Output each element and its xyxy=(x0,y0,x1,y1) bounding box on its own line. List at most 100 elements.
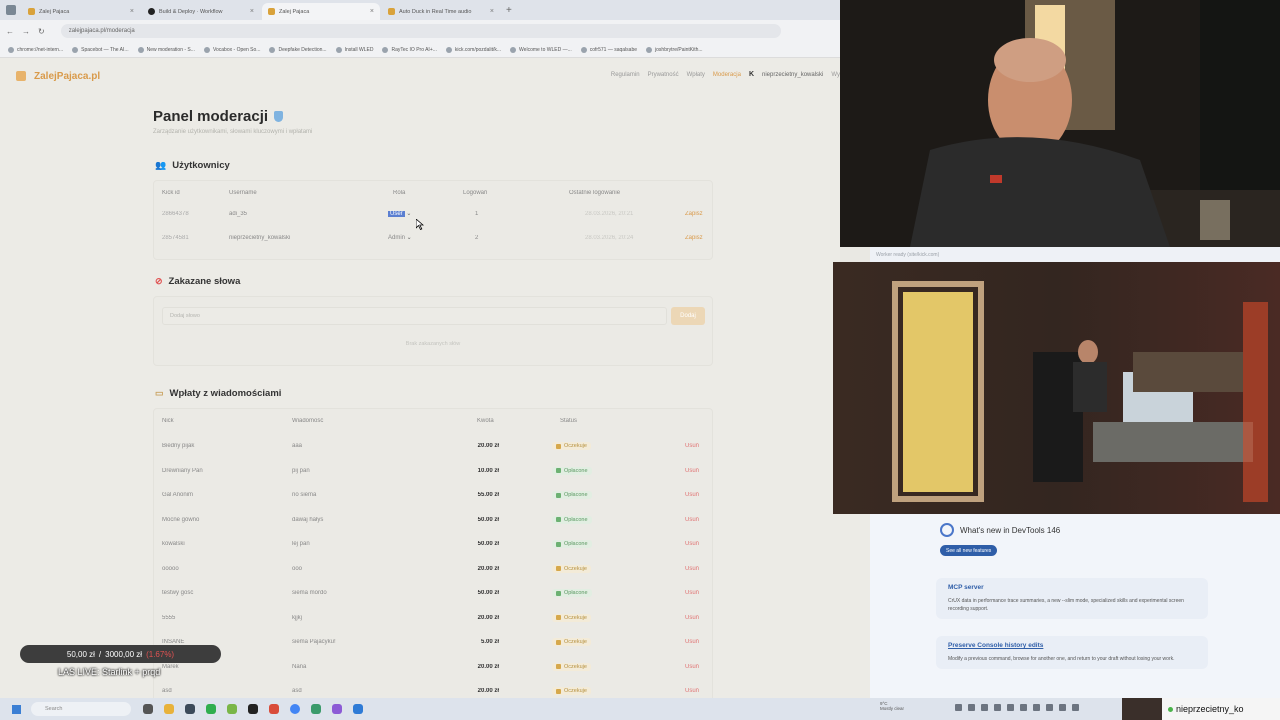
tray-icon[interactable] xyxy=(981,704,988,711)
browser-tab[interactable]: Build & Deploy · Workflow × xyxy=(142,3,260,20)
nav-logout[interactable]: Wy xyxy=(831,72,840,78)
vscode-icon[interactable] xyxy=(353,704,363,714)
weather-widget[interactable]: 9°C Mostly clear xyxy=(880,701,904,711)
delete-button[interactable]: Usuń xyxy=(685,541,705,547)
tray-icon[interactable] xyxy=(1020,704,1027,711)
bookmark[interactable]: Welcome to WLED —... xyxy=(510,46,572,53)
forward-icon[interactable]: → xyxy=(22,27,30,36)
tray-icon[interactable] xyxy=(1007,704,1014,711)
delete-button[interactable]: Usuń xyxy=(685,468,705,474)
bookmark[interactable]: kick.com/pozdalit/k... xyxy=(445,46,501,53)
bookmark[interactable]: cofr571 — saqalsabe xyxy=(580,46,637,53)
role-select[interactable]: User ⌄ xyxy=(388,210,475,217)
feature-body: CrUX data in performance trace summaries… xyxy=(948,598,1184,612)
bookmark[interactable]: RayTec IO Pro AI+... xyxy=(382,46,437,53)
bookmark[interactable]: joshbrytre/PaintKith... xyxy=(646,46,703,53)
site-logo[interactable]: ZalejPajaca.pl xyxy=(34,71,100,82)
page-subtitle: Zarządzanie użytkownikami, słowami klucz… xyxy=(153,129,313,135)
chrome-icon[interactable] xyxy=(290,704,300,714)
see-all-features-button[interactable]: See all new features xyxy=(940,545,998,556)
nav-wplaty[interactable]: Wpłaty xyxy=(687,72,705,78)
bookmark[interactable]: Vocabox - Open So... xyxy=(203,46,260,53)
bookmark[interactable]: Deepfake Detection... xyxy=(269,46,327,53)
tray-icon[interactable] xyxy=(955,704,962,711)
devtools-feature-card[interactable]: MCP server CrUX data in performance trac… xyxy=(936,578,1208,619)
tray-icon[interactable] xyxy=(1033,704,1040,711)
delete-button[interactable]: Usuń xyxy=(685,639,705,645)
nav-prywatnosc[interactable]: Prywatność xyxy=(648,72,679,78)
close-tab-icon[interactable]: × xyxy=(130,8,134,15)
bookmark[interactable]: Install WLED xyxy=(335,46,373,53)
new-tab-button[interactable]: + xyxy=(506,5,512,16)
payment-message: lej pan xyxy=(292,541,310,548)
payment-nick: kowalski xyxy=(162,541,185,548)
avatar xyxy=(1122,698,1162,720)
main-content: Panel moderacji Zarządzanie użytkownikam… xyxy=(153,108,713,135)
tray-icon[interactable] xyxy=(994,704,1001,711)
obs-icon[interactable] xyxy=(248,704,258,714)
delete-button[interactable]: Usuń xyxy=(685,566,705,572)
app-icon[interactable] xyxy=(269,704,279,714)
delete-button[interactable]: Usuń xyxy=(685,688,705,694)
bookmark-favicon-icon xyxy=(137,46,144,53)
file-explorer-icon[interactable] xyxy=(164,704,174,714)
browser-tab[interactable]: Auto Duck in Real Time audio × xyxy=(382,3,500,20)
tray-icon[interactable] xyxy=(968,704,975,711)
delete-button[interactable]: Usuń xyxy=(685,664,705,670)
bookmark-favicon-icon xyxy=(445,46,452,53)
spotify-icon[interactable] xyxy=(206,704,216,714)
app-icon[interactable] xyxy=(311,704,321,714)
save-button[interactable]: Zapisz xyxy=(685,235,715,241)
windows-start-icon[interactable] xyxy=(12,704,21,714)
bookmark[interactable]: Spacebot — The AI... xyxy=(72,46,129,53)
login-count: 1 xyxy=(475,210,479,217)
bookmark[interactable]: New moderation - S... xyxy=(137,46,195,53)
tray-icon[interactable] xyxy=(1059,704,1066,711)
browser-tab[interactable]: Zalej Pajaca × xyxy=(22,3,140,20)
table-row: INSANE siema Pajacyku! 5.00 zł Oczekuje … xyxy=(154,630,712,655)
nav-username[interactable]: nieprzecietny_kowalski xyxy=(762,72,823,78)
nav-moderacja[interactable]: Moderacja xyxy=(713,72,741,78)
nav-regulamin[interactable]: Regulamin xyxy=(611,72,640,78)
tray-icon[interactable] xyxy=(1072,704,1079,711)
payment-nick: 5555 xyxy=(162,614,176,621)
bookmark[interactable]: chrome://net-intern... xyxy=(8,46,63,53)
last-login: 28.03.2026, 20:21 xyxy=(585,210,634,217)
close-tab-icon[interactable]: × xyxy=(370,8,374,15)
reload-icon[interactable]: ↻ xyxy=(38,27,45,36)
delete-button[interactable]: Usuń xyxy=(685,615,705,621)
role-select[interactable]: Admin ⌄ xyxy=(388,234,475,241)
delete-button[interactable]: Usuń xyxy=(685,590,705,596)
app-icon[interactable] xyxy=(227,704,237,714)
users-title-text: Użytkownicy xyxy=(172,160,230,171)
delete-button[interactable]: Usuń xyxy=(685,492,705,498)
page-title-text: Panel moderacji xyxy=(153,108,269,125)
col-username: Username xyxy=(229,190,257,196)
banned-word-input[interactable]: Dodaj słowo xyxy=(162,307,667,325)
browser-tab-active[interactable]: Zalej Pajaca × xyxy=(262,3,380,20)
close-tab-icon[interactable]: × xyxy=(250,8,254,15)
payment-nick: ooooo xyxy=(162,565,179,572)
payment-message: aaa xyxy=(292,443,303,450)
app-icon[interactable] xyxy=(332,704,342,714)
taskbar-search[interactable]: Search xyxy=(31,702,131,716)
role-value: Admin xyxy=(388,235,406,241)
delete-button[interactable]: Usuń xyxy=(685,443,705,449)
close-tab-icon[interactable]: × xyxy=(490,8,494,15)
payment-amount: 20.00 zł xyxy=(477,688,499,695)
stream-title: LAS LIVE: Starlink + prqd xyxy=(58,667,161,677)
task-view-icon[interactable] xyxy=(143,704,153,714)
save-button[interactable]: Zapisz xyxy=(685,211,715,217)
window-menu-icon[interactable] xyxy=(6,5,16,15)
banned-section-title: ⊘ Zakazane słowa xyxy=(155,276,240,287)
add-word-button[interactable]: Dodaj xyxy=(671,307,705,325)
taskbar-apps xyxy=(143,704,363,714)
tray-icon[interactable] xyxy=(1046,704,1053,711)
back-icon[interactable]: ← xyxy=(6,27,14,36)
devtools-feature-card[interactable]: Preserve Console history edits Modify a … xyxy=(936,636,1208,669)
bookmark-favicon-icon xyxy=(646,46,653,53)
payment-message: no siema xyxy=(292,492,317,499)
delete-button[interactable]: Usuń xyxy=(685,517,705,523)
app-icon[interactable] xyxy=(185,704,195,714)
url-input[interactable]: zalejpajaca.pl/moderacja xyxy=(60,24,781,38)
